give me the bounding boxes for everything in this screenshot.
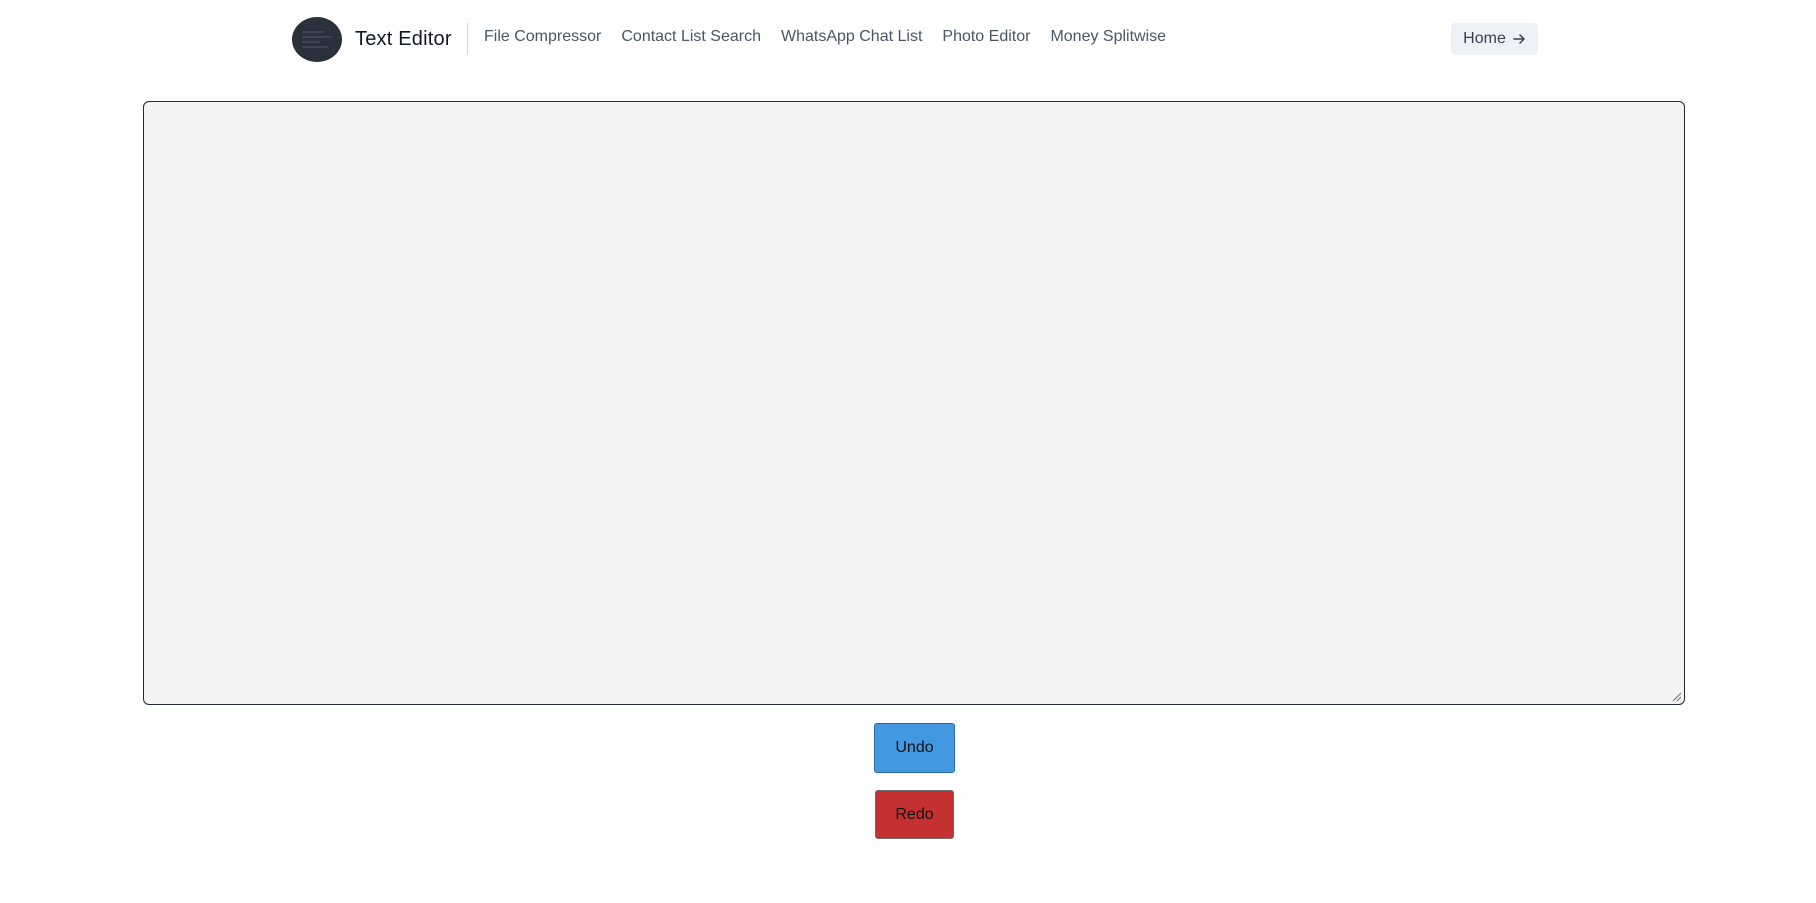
top-navbar: Text Editor File Compressor Contact List… <box>0 0 1816 80</box>
brand[interactable]: Text Editor <box>292 17 452 62</box>
redo-button[interactable]: Redo <box>875 790 954 839</box>
undo-button[interactable]: Undo <box>874 723 955 773</box>
nav-divider <box>467 23 468 55</box>
home-button-label: Home <box>1463 30 1506 47</box>
brand-title: Text Editor <box>355 28 452 50</box>
nav-link-photo-editor[interactable]: Photo Editor <box>942 28 1030 46</box>
home-button[interactable]: Home <box>1451 23 1538 55</box>
text-editor-textarea[interactable] <box>143 101 1685 705</box>
nav-link-file-compressor[interactable]: File Compressor <box>484 28 601 46</box>
nav-link-contact-list-search[interactable]: Contact List Search <box>621 28 761 46</box>
nav-link-whatsapp-chat-list[interactable]: WhatsApp Chat List <box>781 28 922 46</box>
brand-logo <box>292 17 342 62</box>
nav-links: File Compressor Contact List Search What… <box>484 28 1186 46</box>
nav-link-money-splitwise[interactable]: Money Splitwise <box>1050 28 1166 46</box>
arrow-right-icon <box>1513 34 1525 44</box>
